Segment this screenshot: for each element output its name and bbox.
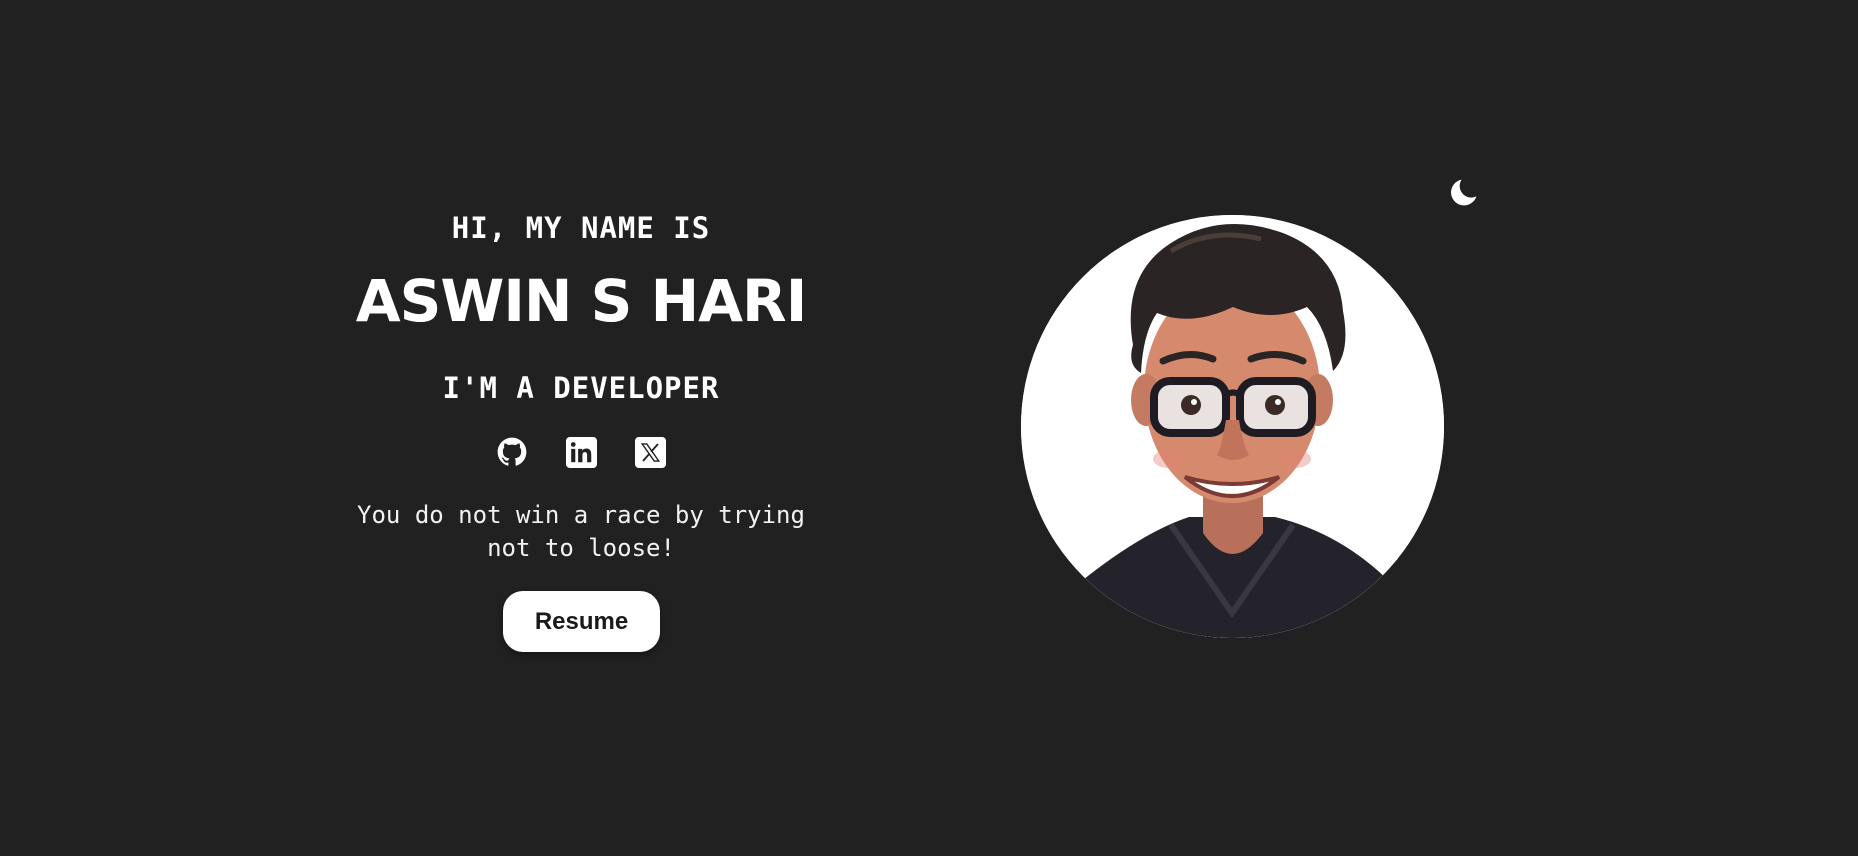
x-twitter-icon [634, 436, 666, 468]
linkedin-link[interactable] [565, 435, 597, 469]
quote-text: You do not win a race by trying not to l… [357, 501, 805, 562]
resume-button[interactable]: Resume [503, 591, 660, 652]
cartoon-developer-avatar [1021, 215, 1444, 638]
profile-avatar [1021, 215, 1444, 638]
linkedin-icon [565, 436, 597, 468]
theme-toggle[interactable] [1448, 177, 1480, 209]
github-link[interactable] [496, 435, 528, 469]
greeting-text: HI, MY NAME IS [451, 211, 711, 245]
person-name: ASWIN S HARI [355, 267, 808, 335]
social-links [330, 435, 832, 469]
role-text: I'M A DEVELOPER [442, 371, 720, 405]
github-icon [497, 437, 527, 466]
moon-icon [1451, 179, 1477, 206]
x-link[interactable] [634, 435, 666, 469]
